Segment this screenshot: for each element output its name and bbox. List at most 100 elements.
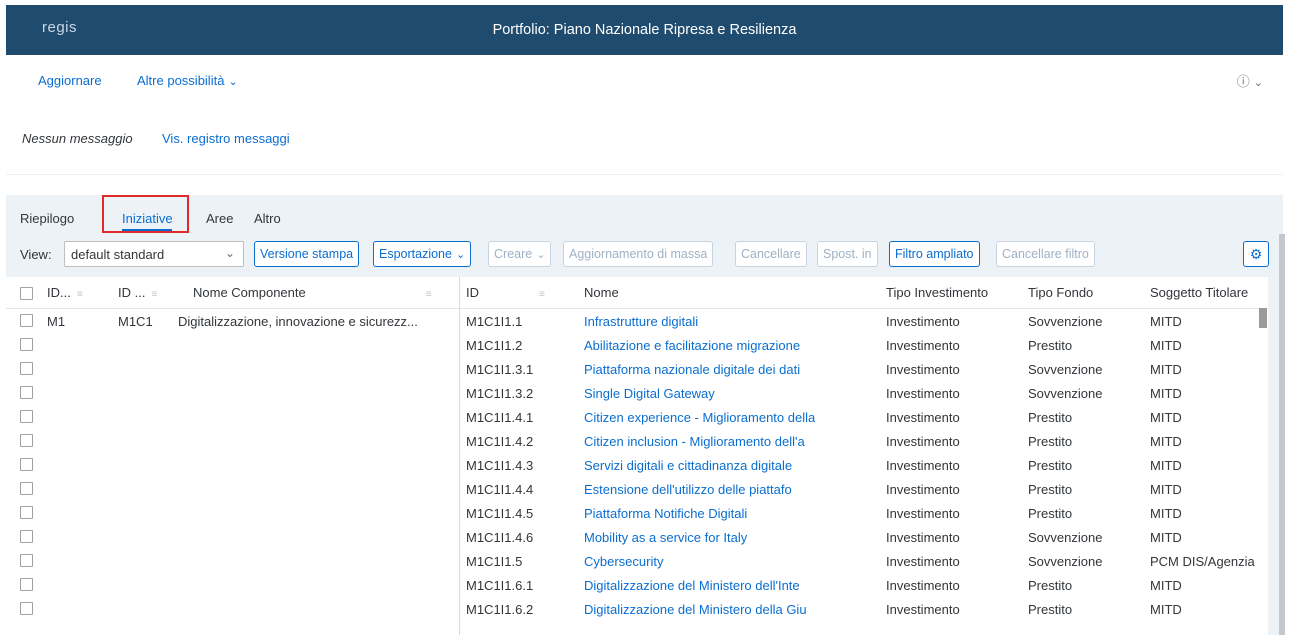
cell-tipo-investimento: Investimento	[886, 386, 960, 401]
scrollbar-thumb[interactable]	[1259, 308, 1267, 328]
table-row[interactable]: M1C1I1.4.6 Mobility as a service for Ita…	[6, 525, 1268, 549]
table-row[interactable]: M1C1I1.2 Abilitazione e facilitazione mig…	[6, 333, 1268, 357]
table-row[interactable]: M1C1I1.4.4 Estensione dell'utilizzo dell…	[6, 477, 1268, 501]
cell-tipo-investimento: Investimento	[886, 362, 960, 377]
cell-nome[interactable]: Servizi digitali e cittadinanza digitale	[584, 458, 874, 473]
row-checkbox[interactable]	[20, 410, 33, 423]
create-label: Creare	[494, 247, 533, 261]
cell-nome[interactable]: Digitalizzazione del Ministero dell'Inte	[584, 578, 874, 593]
column-header-soggetto[interactable]: Soggetto Titolare	[1150, 285, 1248, 300]
column-header-id[interactable]: ID ≡	[466, 285, 545, 300]
cell-tipo-investimento: Investimento	[886, 338, 960, 353]
row-checkbox[interactable]	[20, 314, 33, 327]
table-row[interactable]: M1C1I1.4.5 Piattaforma Notifiche Digital…	[6, 501, 1268, 525]
vertical-scrollbar[interactable]	[1279, 234, 1285, 635]
cell-componente: Digitalizzazione, innovazione e sicurezz…	[178, 314, 418, 329]
tab-aree[interactable]: Aree	[206, 211, 233, 226]
table-settings-button[interactable]: ⚙	[1243, 241, 1269, 267]
row-checkbox[interactable]	[20, 458, 33, 471]
cell-tipo-fondo: Prestito	[1028, 506, 1073, 521]
cell-nome[interactable]: Cybersecurity	[584, 554, 874, 569]
cell-soggetto: PCM DIS/Agenzia	[1150, 554, 1255, 569]
column-header-id1[interactable]: ID... ≡	[47, 285, 83, 300]
cell-nome[interactable]: Abilitazione e facilitazione migrazione	[584, 338, 874, 353]
table-row[interactable]: M1C1I1.4.1 Citizen experience - Miglioram…	[6, 405, 1268, 429]
row-checkbox[interactable]	[20, 506, 33, 519]
refresh-link[interactable]: Aggiornare	[38, 73, 102, 88]
cell-tipo-fondo: Sovvenzione	[1028, 530, 1103, 545]
table-header: ID... ≡ ID ... ≡ Nome Componente ≡ ID ≡ Nome…	[6, 277, 1268, 309]
table-row[interactable]: M1C1I1.4.2 Citizen inclusion - Migliorame…	[6, 429, 1268, 453]
column-header-id2[interactable]: ID ... ≡	[118, 285, 157, 300]
row-checkbox[interactable]	[20, 362, 33, 375]
cell-nome[interactable]: Mobility as a service for Italy	[584, 530, 874, 545]
cell-nome[interactable]: Single Digital Gateway	[584, 386, 874, 401]
cell-id: M1C1I1.4.2	[466, 434, 534, 449]
view-label: View:	[20, 247, 52, 262]
more-options-menu[interactable]: Altre possibilità ⌄	[137, 73, 238, 88]
sort-icon: ≡	[539, 289, 545, 300]
cell-nome[interactable]: Digitalizzazione del Ministero della Giu	[584, 602, 874, 617]
row-checkbox[interactable]	[20, 530, 33, 543]
cell-tipo-fondo: Sovvenzione	[1028, 314, 1103, 329]
table-row[interactable]: M1 M1C1 Digitalizzazione, innovazione e si…	[6, 309, 1268, 333]
chevron-down-icon: ⌄	[455, 249, 466, 261]
view-select[interactable]: default standard ⌄	[64, 241, 244, 267]
message-log-link[interactable]: Vis. registro messaggi	[162, 131, 290, 146]
cell-tipo-fondo: Prestito	[1028, 338, 1073, 353]
column-header-nome[interactable]: Nome	[584, 285, 619, 300]
table-row[interactable]: M1C1I1.3.2 Single Digital Gateway Investi…	[6, 381, 1268, 405]
cell-id: M1C1I1.4.5	[466, 506, 534, 521]
delete-button[interactable]: Cancellare	[735, 241, 807, 267]
help-menu-button[interactable]: ⓘ ⌄	[1237, 71, 1263, 90]
clear-filter-button[interactable]: Cancellare filtro	[996, 241, 1095, 267]
cell-soggetto: MITD	[1150, 338, 1182, 353]
column-header-tipo-investimento[interactable]: Tipo Investimento	[886, 285, 988, 300]
gear-icon: ⚙	[1249, 246, 1263, 262]
cell-id: M1C1I1.1	[466, 314, 523, 329]
cell-nome[interactable]: Citizen inclusion - Miglioramento dell'a	[584, 434, 874, 449]
create-button[interactable]: Creare ⌄	[488, 241, 552, 267]
cell-tipo-investimento: Investimento	[886, 482, 960, 497]
table-row[interactable]: M1C1I1.6.2 Digitalizzazione del Ministero…	[6, 597, 1268, 621]
cell-nome[interactable]: Citizen experience - Miglioramento della	[584, 410, 874, 425]
message-bar: Nessun messaggio Vis. registro messaggi	[6, 113, 1283, 175]
cell-id: M1C1I1.5	[466, 554, 523, 569]
cell-nome[interactable]: Infrastrutture digitali	[584, 314, 874, 329]
table-row[interactable]: M1C1I1.4.3 Servizi digitali e cittadinanz…	[6, 453, 1268, 477]
shell-header: regis Portfolio: Piano Nazionale Ripresa…	[6, 5, 1283, 55]
cell-nome[interactable]: Estensione dell'utilizzo delle piattafo	[584, 482, 874, 497]
column-header-componente[interactable]: Nome Componente ≡	[193, 285, 432, 300]
tab-bar: Riepilogo Iniziative Aree Altro	[6, 195, 1283, 233]
tab-altro[interactable]: Altro	[254, 211, 281, 226]
cell-id: M1C1I1.6.2	[466, 602, 534, 617]
extended-filter-button[interactable]: Filtro ampliato	[889, 241, 980, 267]
cell-tipo-investimento: Investimento	[886, 314, 960, 329]
row-checkbox[interactable]	[20, 482, 33, 495]
export-button[interactable]: Esportazione ⌄	[373, 241, 472, 267]
row-checkbox[interactable]	[20, 386, 33, 399]
print-version-button[interactable]: Versione stampa	[254, 241, 360, 267]
table-row[interactable]: M1C1I1.6.1 Digitalizzazione del Ministero…	[6, 573, 1268, 597]
row-checkbox[interactable]	[20, 338, 33, 351]
column-header-tipo-fondo[interactable]: Tipo Fondo	[1028, 285, 1093, 300]
cell-tipo-investimento: Investimento	[886, 602, 960, 617]
cell-soggetto: MITD	[1150, 434, 1182, 449]
cell-id: M1C1I1.6.1	[466, 578, 534, 593]
cell-tipo-fondo: Prestito	[1028, 602, 1073, 617]
row-checkbox[interactable]	[20, 602, 33, 615]
table-toolbar: View: default standard ⌄ Versione stampa…	[6, 240, 1283, 270]
select-all-checkbox[interactable]	[20, 287, 33, 300]
row-checkbox[interactable]	[20, 554, 33, 567]
export-label: Esportazione	[379, 247, 452, 261]
move-to-button[interactable]: Spost. in	[817, 241, 878, 267]
mass-update-button[interactable]: Aggiornamento di massa	[563, 241, 714, 267]
help-icon: ⓘ	[1236, 74, 1250, 89]
row-checkbox[interactable]	[20, 578, 33, 591]
row-checkbox[interactable]	[20, 434, 33, 447]
cell-nome[interactable]: Piattaforma Notifiche Digitali	[584, 506, 874, 521]
tab-riepilogo[interactable]: Riepilogo	[20, 211, 74, 226]
cell-nome[interactable]: Piattaforma nazionale digitale dei dati	[584, 362, 874, 377]
table-row[interactable]: M1C1I1.5 Cybersecurity Investimento Sovvenz…	[6, 549, 1268, 573]
table-row[interactable]: M1C1I1.3.1 Piattaforma nazionale digitale…	[6, 357, 1268, 381]
